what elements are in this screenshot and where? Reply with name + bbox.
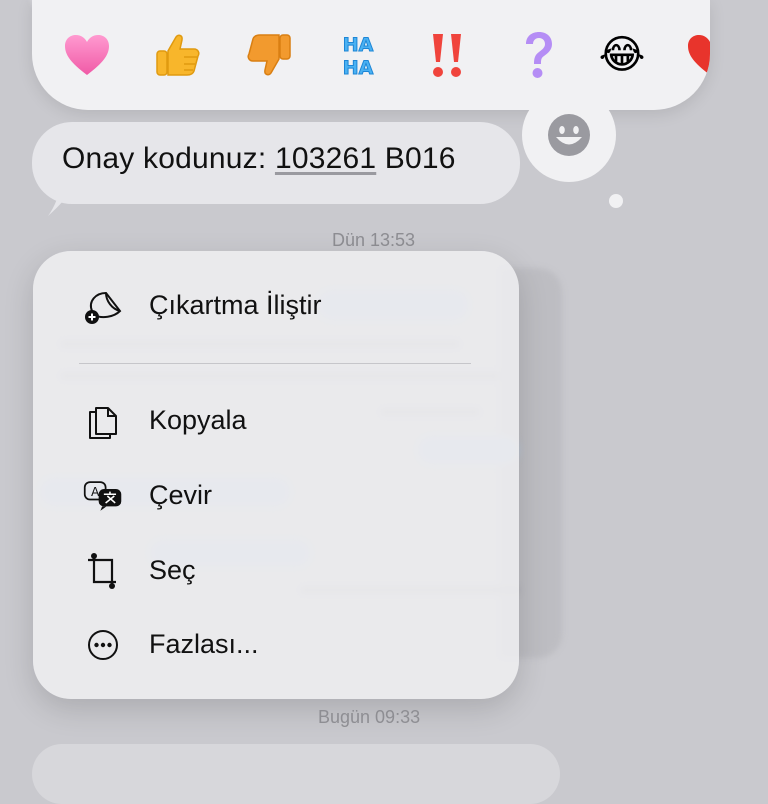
- haha-reaction-button[interactable]: HA HA: [330, 27, 386, 83]
- thumbs-up-reaction-button[interactable]: [150, 27, 206, 83]
- more-ellipsis-icon: [83, 625, 123, 665]
- svg-text:HA: HA: [343, 57, 374, 79]
- menu-item-translate[interactable]: A Çevir: [33, 466, 519, 526]
- menu-divider: [79, 363, 471, 364]
- heart-reaction-button[interactable]: [59, 27, 115, 83]
- question-reaction-button[interactable]: [510, 27, 566, 83]
- menu-item-more[interactable]: Fazlası...: [33, 615, 519, 675]
- timestamp-yesterday: Dün 13:53: [332, 230, 416, 250]
- menu-item-label: Kopyala: [149, 405, 247, 435]
- thumbs-down-icon: [247, 34, 291, 76]
- menu-item-select[interactable]: Seç: [33, 541, 519, 601]
- context-menu: Çıkartma İliştir Kopyala A Çevir Seç Faz…: [33, 251, 519, 699]
- thumbs-down-reaction-button[interactable]: [241, 27, 297, 83]
- menu-item-label: Fazlası...: [149, 629, 259, 659]
- laughing-face-icon: 😂: [598, 32, 646, 78]
- verification-code-link[interactable]: 103261: [275, 142, 376, 175]
- red-heart-icon: [688, 35, 710, 75]
- tapback-reaction-bar: HA HA 😂: [32, 0, 710, 110]
- thumbs-up-icon: [156, 34, 200, 76]
- sticker-add-icon: [83, 286, 123, 326]
- menu-item-label: Çıkartma İliştir: [149, 290, 322, 320]
- menu-item-copy[interactable]: Kopyala: [33, 391, 519, 451]
- menu-item-label: Çevir: [149, 480, 213, 510]
- smiley-face-icon: [548, 114, 590, 156]
- more-reactions-heart-button[interactable]: [682, 27, 710, 83]
- haha-icon: HA HA: [342, 34, 374, 80]
- question-mark-icon: [526, 32, 552, 78]
- menu-item-label: Seç: [149, 555, 196, 585]
- picker-tail-dot: [609, 194, 623, 208]
- exclamation-reaction-button[interactable]: [419, 27, 475, 83]
- timestamp-today: Bugün 09:33: [318, 707, 421, 727]
- copy-icon: [83, 401, 123, 441]
- message-bubble[interactable]: Onay kodunuz: 103261 B016: [32, 122, 520, 204]
- emoji-picker-button[interactable]: [522, 88, 616, 182]
- double-exclamation-icon: [433, 34, 461, 77]
- next-message-bubble[interactable]: [32, 744, 560, 804]
- svg-text:HA: HA: [343, 34, 374, 56]
- heart-icon: [65, 35, 109, 75]
- crop-select-icon: [83, 551, 123, 591]
- menu-item-attach-sticker[interactable]: Çıkartma İliştir: [33, 276, 519, 336]
- translate-icon: A: [83, 476, 123, 516]
- message-text: Onay kodunuz: 103261 B016: [62, 142, 456, 175]
- laughing-face-reaction-button[interactable]: 😂: [594, 27, 650, 83]
